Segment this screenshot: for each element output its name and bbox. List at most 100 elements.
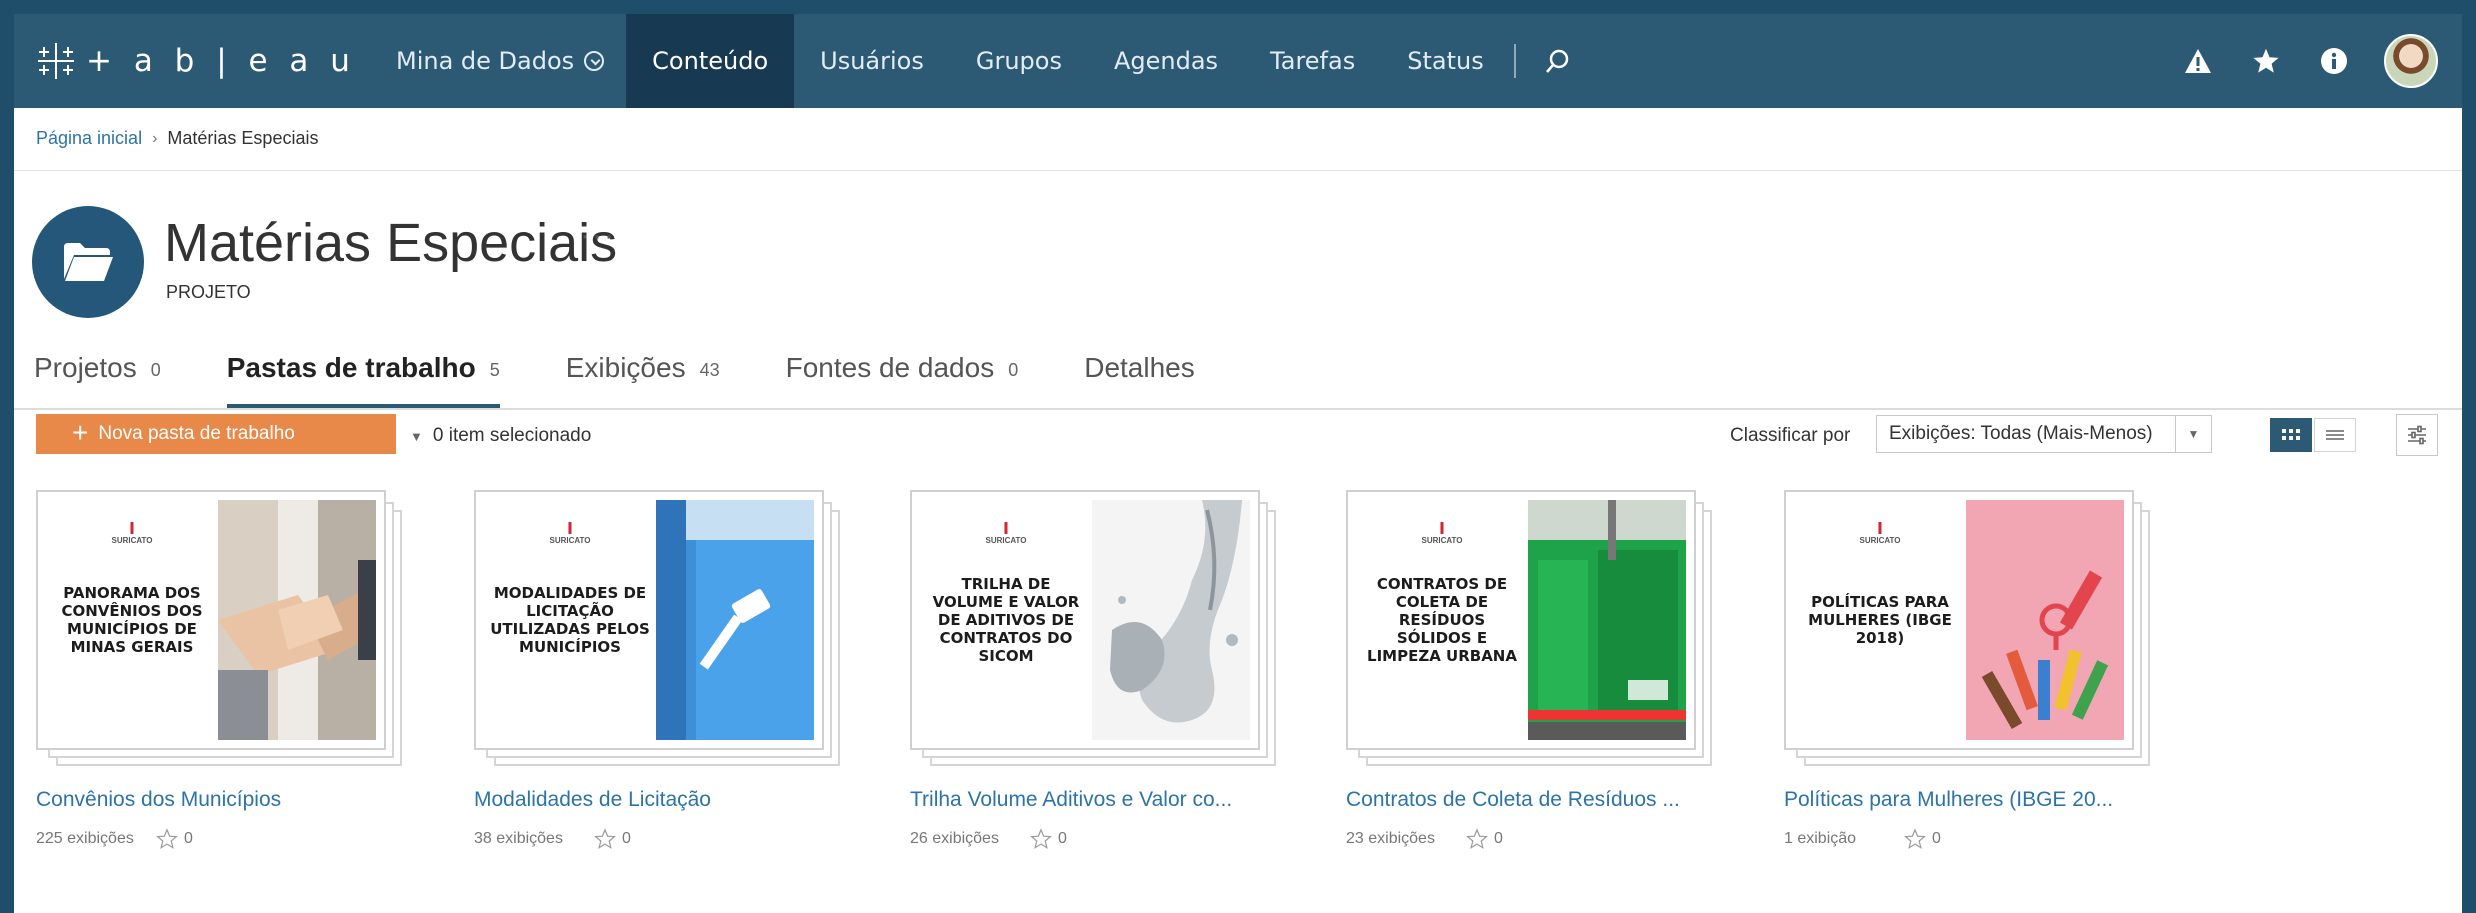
search-button[interactable] [1522, 14, 1594, 108]
tab-count: 0 [1008, 360, 1019, 380]
favorite-count: 0 [1932, 830, 1941, 847]
star-outline-icon [156, 828, 178, 849]
thumbnail-content: SURICATO CONTRATOS DE COLETA DE RESÍDUOS… [1356, 500, 1686, 740]
page-type-label: PROJETO [166, 282, 251, 302]
star-outline-icon [1904, 828, 1926, 849]
favorite-button[interactable]: 0 [156, 828, 193, 850]
tab-count: 5 [489, 360, 500, 380]
logo-bar [130, 522, 134, 534]
workbook-title-link[interactable]: Políticas para Mulheres (IBGE 20... [1784, 788, 2164, 812]
alert-button[interactable] [2184, 48, 2212, 74]
breadcrumb-home-link[interactable]: Página inicial [36, 128, 142, 149]
tableau-logo[interactable]: + a b | e a u [36, 41, 356, 81]
thumbnail-title: PANORAMA DOS CONVÊNIOS DOS MUNICÍPIOS DE… [61, 584, 203, 656]
sort-select[interactable]: Exibições: Todas (Mais-Menos) ▼ [1876, 415, 2212, 453]
suricato-logo: SURICATO [1859, 522, 1901, 545]
favorite-button[interactable]: 0 [1904, 828, 1941, 850]
favorite-button[interactable]: 0 [1466, 828, 1503, 850]
suricato-logo: SURICATO [1421, 522, 1463, 545]
workbook-card[interactable]: SURICATO TRILHA DE VOLUME E VALOR DE ADI… [910, 490, 1290, 850]
water-splash-image [1092, 500, 1250, 740]
sort-label: Classificar por [1730, 425, 1851, 446]
caret-down-icon: ▼ [2175, 416, 2211, 452]
nav-item-grupos[interactable]: Grupos [950, 14, 1088, 108]
workbook-card[interactable]: SURICATO PANORAMA DOS CONVÊNIOS DOS MUNI… [36, 490, 416, 850]
logo-bar [1440, 522, 1444, 534]
workbook-thumbnail[interactable]: SURICATO MODALIDADES DE LICITAÇÃO UTILIZ… [474, 490, 854, 774]
nav-item-usuarios[interactable]: Usuários [794, 14, 950, 108]
filter-settings-button[interactable] [2396, 414, 2438, 456]
workbook-card[interactable]: SURICATO POLÍTICAS PARA MULHERES (IBGE 2… [1784, 490, 2164, 850]
project-folder-badge [32, 206, 144, 318]
site-selector[interactable]: Mina de Dados [356, 14, 626, 108]
content-tabs: Projetos 0 Pastas de trabalho 5 Exibiçõe… [34, 352, 1261, 408]
favorite-button[interactable]: 0 [594, 828, 631, 850]
nav-right-group [2144, 14, 2438, 108]
raised-hands-image [1966, 500, 2124, 740]
tab-count: 0 [150, 360, 161, 380]
thumbnail-front: SURICATO MODALIDADES DE LICITAÇÃO UTILIZ… [474, 490, 824, 750]
logo-wordmark: + a b | e a u [86, 43, 356, 79]
favorite-count: 0 [1058, 830, 1067, 847]
brand-text: SURICATO [1421, 536, 1463, 545]
workbook-title-link[interactable]: Trilha Volume Aditivos e Valor co... [910, 788, 1290, 812]
favorites-button[interactable] [2252, 47, 2280, 75]
workbook-meta: 23 exibições 0 [1346, 828, 1726, 850]
more-actions-button[interactable]: ··· [580, 219, 616, 253]
favorite-count: 0 [1494, 830, 1503, 847]
tabs-divider [14, 408, 2462, 410]
new-workbook-button[interactable]: + Nova pasta de trabalho [36, 414, 396, 454]
gavel-image [656, 500, 814, 740]
handshake-image [218, 500, 376, 740]
brand-text: SURICATO [1859, 536, 1901, 545]
thumbnail-title: POLÍTICAS PARA MULHERES (IBGE 2018) [1808, 593, 1952, 647]
nav-item-agendas[interactable]: Agendas [1088, 14, 1244, 108]
thumbnail-text-panel: SURICATO POLÍTICAS PARA MULHERES (IBGE 2… [1794, 500, 1966, 740]
view-count: 1 exibição [1784, 830, 1857, 847]
favorite-count: 0 [184, 830, 193, 847]
star-outline-icon [1466, 828, 1488, 849]
alert-icon [2185, 49, 2211, 73]
selection-dropdown[interactable]: ▼ 0 item selecionado [410, 425, 591, 447]
sliders-icon [2408, 425, 2426, 445]
thumbnail-content: SURICATO MODALIDADES DE LICITAÇÃO UTILIZ… [484, 500, 814, 740]
water-splash-illustration [1092, 500, 1250, 740]
workbook-title-link[interactable]: Convênios dos Municípios [36, 788, 416, 812]
workbook-thumbnail[interactable]: SURICATO POLÍTICAS PARA MULHERES (IBGE 2… [1784, 490, 2164, 774]
thumbnail-title: MODALIDADES DE LICITAÇÃO UTILIZADAS PELO… [490, 584, 650, 656]
tab-pastas-de-trabalho[interactable]: Pastas de trabalho 5 [226, 352, 500, 408]
tab-detalhes[interactable]: Detalhes [1084, 352, 1195, 408]
favorite-button[interactable]: 0 [1030, 828, 1067, 850]
tab-fontes-de-dados[interactable]: Fontes de dados 0 [786, 352, 1019, 408]
tab-projetos[interactable]: Projetos 0 [34, 352, 161, 408]
brand-text: SURICATO [985, 536, 1027, 545]
nav-item-status[interactable]: Status [1381, 14, 1509, 108]
site-name: Mina de Dados [396, 47, 575, 75]
star-outline-icon [1030, 828, 1052, 849]
workbook-title-link[interactable]: Contratos de Coleta de Resíduos ... [1346, 788, 1726, 812]
workbook-card[interactable]: SURICATO MODALIDADES DE LICITAÇÃO UTILIZ… [474, 490, 854, 850]
workbook-thumbnail[interactable]: SURICATO PANORAMA DOS CONVÊNIOS DOS MUNI… [36, 490, 416, 774]
garbage-truck-illustration [1528, 500, 1686, 740]
workbook-thumbnail[interactable]: SURICATO CONTRATOS DE COLETA DE RESÍDUOS… [1346, 490, 1726, 774]
tab-label: Projetos [34, 352, 137, 383]
user-avatar[interactable] [2384, 34, 2438, 88]
tab-exibicoes[interactable]: Exibições 43 [566, 352, 720, 408]
logo-bar [1004, 522, 1008, 534]
workbook-card[interactable]: SURICATO CONTRATOS DE COLETA DE RESÍDUOS… [1346, 490, 1726, 850]
grid-view-button[interactable] [2270, 418, 2312, 452]
thumbnail-front: SURICATO POLÍTICAS PARA MULHERES (IBGE 2… [1784, 490, 2134, 750]
brand-text: SURICATO [111, 536, 153, 545]
tableau-cross-icon [38, 43, 74, 79]
workbook-title-link[interactable]: Modalidades de Licitação [474, 788, 854, 812]
workbook-thumbnail[interactable]: SURICATO TRILHA DE VOLUME E VALOR DE ADI… [910, 490, 1290, 774]
breadcrumb: Página inicial › Matérias Especiais [36, 128, 318, 149]
garbage-truck-image [1528, 500, 1686, 740]
list-view-button[interactable] [2314, 418, 2356, 452]
nav-item-conteudo[interactable]: Conteúdo [626, 14, 795, 108]
workbook-meta: 26 exibições 0 [910, 828, 1290, 850]
gavel-illustration [656, 500, 814, 740]
view-count: 225 exibições [36, 830, 134, 847]
info-button[interactable] [2320, 47, 2348, 75]
nav-item-tarefas[interactable]: Tarefas [1244, 14, 1381, 108]
